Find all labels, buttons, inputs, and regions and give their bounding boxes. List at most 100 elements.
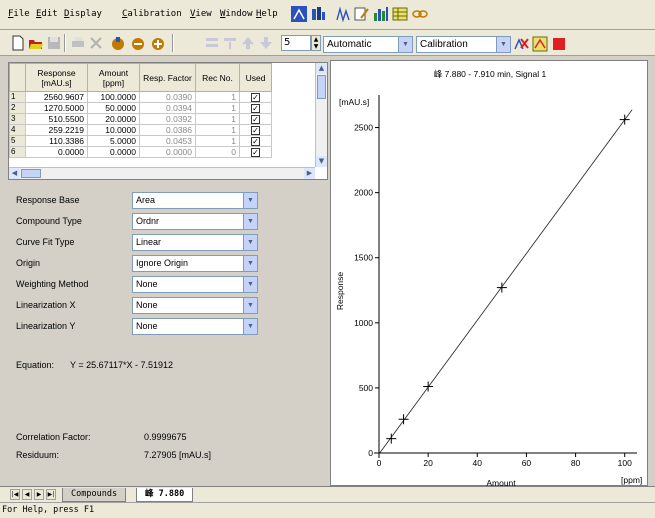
view-select[interactable]: Calibration ▼ (416, 36, 511, 53)
menu-calibration[interactable]: Calibration (122, 9, 182, 19)
column-header-used[interactable]: Used (239, 63, 272, 92)
chevron-down-icon[interactable]: ▼ (243, 319, 257, 334)
amount-cell[interactable]: 0.0000 (87, 146, 140, 158)
setting-select[interactable]: Ordnr ▼ (132, 213, 258, 230)
tab-compounds[interactable]: Compounds (62, 488, 127, 502)
rec-no-cell[interactable]: 1 (195, 135, 240, 147)
used-cell[interactable]: ✓ (239, 124, 272, 136)
rec-no-cell[interactable]: 1 (195, 124, 240, 136)
chart-view-icon[interactable] (291, 6, 307, 22)
move-down-icon[interactable] (258, 35, 274, 51)
table-row[interactable]: 2 1270.5000 50.0000 0.0394 1 ✓ (9, 102, 272, 114)
table-horizontal-scrollbar[interactable]: ◀ ▶ (9, 167, 315, 179)
used-checkbox[interactable]: ✓ (251, 148, 260, 157)
menu-display[interactable]: Display (64, 9, 102, 19)
scroll-right-icon[interactable]: ▶ (304, 168, 315, 179)
amount-cell[interactable]: 10.0000 (87, 124, 140, 136)
used-checkbox[interactable]: ✓ (251, 93, 260, 102)
chevron-down-icon[interactable]: ▼ (243, 256, 257, 271)
used-checkbox[interactable]: ✓ (251, 115, 260, 124)
amount-cell[interactable]: 100.0000 (87, 91, 140, 103)
menu-edit[interactable]: Edit (36, 9, 58, 19)
used-cell[interactable]: ✓ (239, 113, 272, 125)
chevron-down-icon[interactable]: ▼ (243, 193, 257, 208)
chevron-down-icon[interactable]: ▼ (398, 37, 412, 52)
resp-factor-cell[interactable]: 0.0394 (139, 102, 196, 114)
table-vertical-scrollbar[interactable]: ▲ ▼ (315, 63, 327, 167)
response-cell[interactable]: 2560.9607 (25, 91, 88, 103)
used-checkbox[interactable]: ✓ (251, 126, 260, 135)
link-icon[interactable] (412, 6, 428, 22)
chevron-down-icon[interactable]: ▼ (243, 235, 257, 250)
resp-factor-cell[interactable]: 0.0386 (139, 124, 196, 136)
stop-icon[interactable] (551, 36, 567, 52)
row-number-cell[interactable]: 2 (9, 102, 26, 114)
insert-row-icon[interactable] (204, 35, 220, 51)
resp-factor-cell[interactable]: 0.0000 (139, 146, 196, 158)
row-number-cell[interactable]: 6 (9, 146, 26, 158)
edit-method-icon[interactable] (354, 6, 370, 22)
scroll-thumb[interactable] (317, 75, 326, 99)
chevron-down-icon[interactable]: ▼ (243, 214, 257, 229)
chevron-down-icon[interactable]: ▼ (243, 298, 257, 313)
print-icon[interactable] (70, 35, 86, 51)
table-view-icon[interactable] (392, 6, 408, 22)
tab-peak-active[interactable]: 峰 7.880 (136, 488, 194, 502)
amount-cell[interactable]: 20.0000 (87, 113, 140, 125)
chevron-down-icon[interactable]: ▼ (496, 37, 510, 52)
chevron-down-icon[interactable]: ▼ (243, 277, 257, 292)
used-checkbox[interactable]: ✓ (251, 137, 260, 146)
rec-no-cell[interactable]: 1 (195, 113, 240, 125)
response-cell[interactable]: 510.5500 (25, 113, 88, 125)
save-icon[interactable] (46, 35, 62, 51)
remove-calibration-icon[interactable] (513, 36, 529, 52)
scroll-up-icon[interactable]: ▲ (316, 63, 327, 74)
table-row[interactable]: 6 0.0000 0.0000 0.0000 0 ✓ (9, 146, 272, 158)
rec-no-cell[interactable]: 1 (195, 102, 240, 114)
prev-tab-icon[interactable]: ◀ (22, 489, 32, 500)
setting-select[interactable]: Ignore Origin ▼ (132, 255, 258, 272)
setting-select[interactable]: Linear ▼ (132, 234, 258, 251)
column-header-response[interactable]: Response [mAU.s] (25, 63, 88, 92)
setting-select[interactable]: None ▼ (132, 297, 258, 314)
resp-factor-cell[interactable]: 0.0390 (139, 91, 196, 103)
used-cell[interactable]: ✓ (239, 102, 272, 114)
print-report-icon[interactable] (532, 36, 548, 52)
level-spin-button[interactable]: ▲ ▼ (311, 35, 321, 51)
amount-cell[interactable]: 5.0000 (87, 135, 140, 147)
scroll-left-icon[interactable]: ◀ (9, 168, 20, 179)
row-number-cell[interactable]: 4 (9, 124, 26, 136)
row-number-cell[interactable]: 3 (9, 113, 26, 125)
amount-cell[interactable]: 50.0000 (87, 102, 140, 114)
calibrate-icon[interactable] (110, 35, 126, 51)
rec-no-cell[interactable]: 0 (195, 146, 240, 158)
scroll-down-icon[interactable]: ▼ (316, 156, 327, 167)
setting-select[interactable]: None ▼ (132, 318, 258, 335)
row-number-cell[interactable]: 1 (9, 91, 26, 103)
scroll-thumb[interactable] (21, 169, 41, 178)
menu-help[interactable]: Help (256, 9, 278, 19)
column-header-resp-factor[interactable]: Resp. Factor (139, 63, 196, 92)
setting-select[interactable]: None ▼ (132, 276, 258, 293)
delete-row-icon[interactable] (222, 35, 238, 51)
used-cell[interactable]: ✓ (239, 135, 272, 147)
new-document-icon[interactable] (10, 35, 26, 51)
open-icon[interactable] (28, 35, 44, 51)
resp-factor-cell[interactable]: 0.0392 (139, 113, 196, 125)
peaks-icon[interactable] (336, 6, 352, 22)
add-level-icon[interactable] (150, 35, 166, 51)
response-cell[interactable]: 259.2219 (25, 124, 88, 136)
next-tab-icon[interactable]: ▶ (34, 489, 44, 500)
response-cell[interactable]: 1270.5000 (25, 102, 88, 114)
last-tab-icon[interactable]: ▶| (46, 489, 56, 500)
menu-file[interactable]: File (8, 9, 30, 19)
response-cell[interactable]: 110.3386 (25, 135, 88, 147)
rec-no-cell[interactable]: 1 (195, 91, 240, 103)
statistics-icon[interactable] (373, 6, 389, 22)
mode-select[interactable]: Automatic ▼ (323, 36, 413, 53)
row-number-cell[interactable]: 5 (9, 135, 26, 147)
table-row[interactable]: 3 510.5500 20.0000 0.0392 1 ✓ (9, 113, 272, 125)
delete-icon[interactable] (88, 35, 104, 51)
column-header-rec-no[interactable]: Rec No. (195, 63, 240, 92)
column-header-amount[interactable]: Amount [ppm] (87, 63, 140, 92)
